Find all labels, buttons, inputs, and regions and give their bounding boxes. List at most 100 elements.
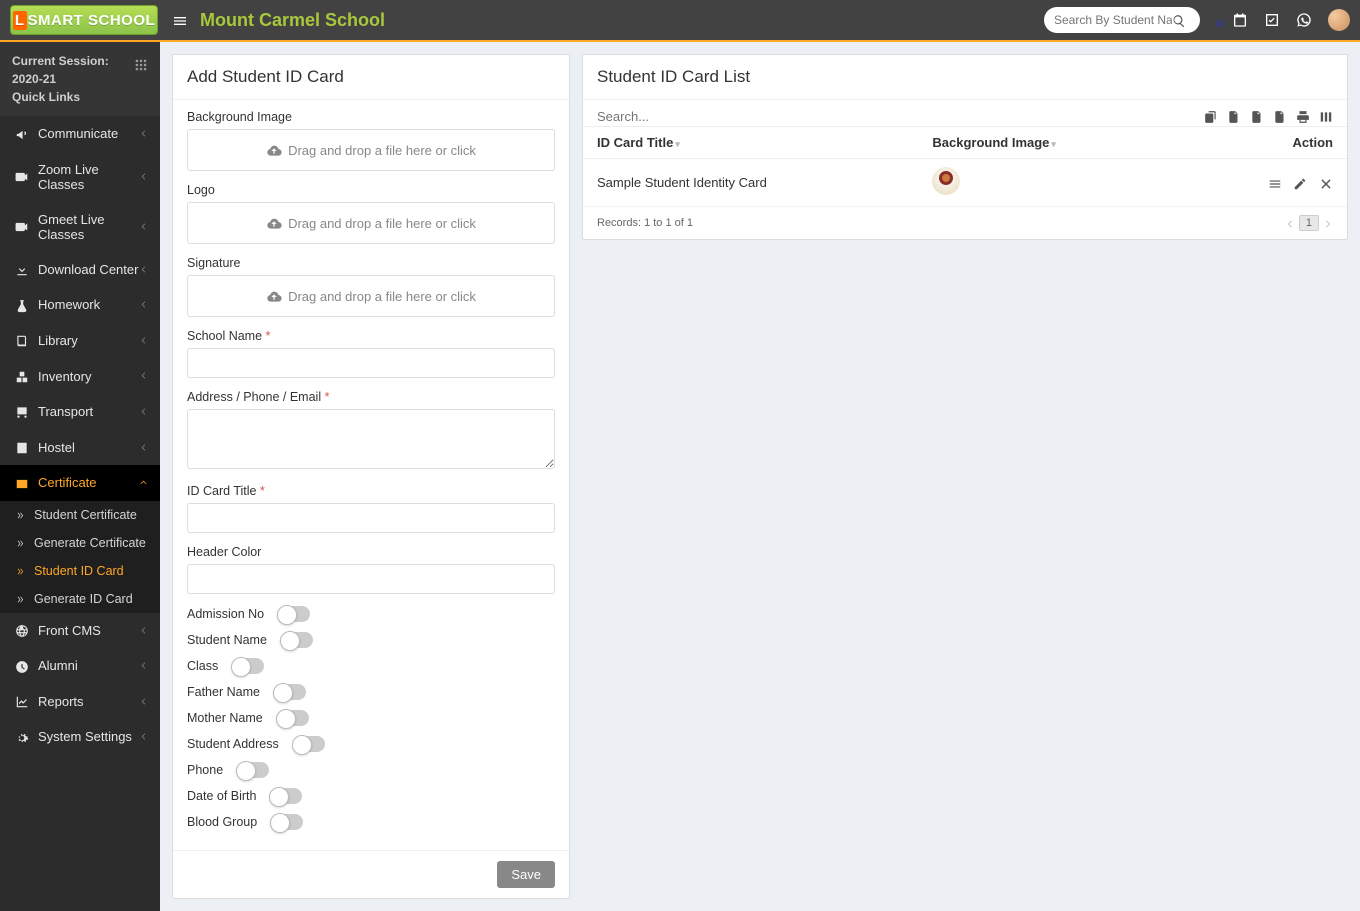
cloud-upload-icon [266, 287, 282, 304]
boxes-icon [12, 368, 32, 384]
logo[interactable]: LSMART SCHOOL [10, 5, 158, 35]
toggle-switch[interactable] [274, 684, 306, 700]
signature-dropzone[interactable]: Drag and drop a file here or click [187, 275, 555, 317]
col-bg[interactable]: Background Image▾ [918, 127, 1175, 159]
nav-item-inventory[interactable]: Inventory [0, 358, 160, 394]
list-search-input[interactable] [597, 109, 1204, 124]
nav-item-hostel[interactable]: Hostel [0, 429, 160, 465]
toggle-switch[interactable] [277, 710, 309, 726]
toggle-label: Mother Name [187, 711, 263, 725]
cloud-upload-icon [266, 214, 282, 231]
toggle-switch[interactable] [232, 658, 264, 674]
row-menu-button[interactable] [1268, 175, 1282, 191]
chevron-icon [139, 406, 148, 417]
nav-item-alumni[interactable]: Alumni [0, 648, 160, 684]
double-chevron-icon [16, 565, 28, 575]
student-search-input[interactable] [1054, 13, 1172, 27]
toggle-label: Student Address [187, 737, 279, 751]
sub-item-generate-certificate[interactable]: Generate Certificate [0, 529, 160, 557]
nav-label: Reports [38, 694, 139, 709]
col-title[interactable]: ID Card Title▾ [583, 127, 918, 159]
nav-label: Homework [38, 297, 139, 312]
row-edit-button[interactable] [1293, 175, 1307, 191]
save-button[interactable]: Save [497, 861, 555, 888]
sub-label: Generate Certificate [34, 536, 146, 550]
logo-dropzone[interactable]: Drag and drop a file here or click [187, 202, 555, 244]
school-name-input[interactable] [187, 348, 555, 378]
tasks-button[interactable] [1264, 11, 1280, 29]
nav-item-system-settings[interactable]: System Settings [0, 719, 160, 755]
bg-thumb-icon [932, 167, 960, 195]
toggle-switch[interactable] [278, 606, 310, 622]
nav-label: Certificate [38, 475, 139, 490]
pager-prev[interactable] [1285, 216, 1295, 230]
search-icon[interactable] [1172, 12, 1186, 28]
nav-item-front-cms[interactable]: Front CMS [0, 613, 160, 649]
nav-item-certificate[interactable]: Certificate [0, 465, 160, 501]
toggle-label: Phone [187, 763, 223, 777]
columns-button[interactable] [1319, 108, 1333, 124]
nav-label: Alumni [38, 658, 139, 673]
globe-icon [12, 623, 32, 639]
sub-item-student-id-card[interactable]: Student ID Card [0, 557, 160, 585]
nav-item-reports[interactable]: Reports [0, 684, 160, 720]
col-action: Action [1175, 127, 1347, 159]
toggle-row-class: Class [187, 658, 555, 674]
nav-label: Front CMS [38, 623, 139, 638]
pager-current[interactable]: 1 [1299, 215, 1319, 231]
bg-image-label: Background Image [187, 110, 555, 124]
excel-button[interactable] [1227, 108, 1241, 124]
pdf-button[interactable] [1273, 108, 1287, 124]
copy-icon [1204, 110, 1218, 124]
nav-label: Inventory [38, 369, 139, 384]
toggle-switch[interactable] [237, 762, 269, 778]
chevron-icon [139, 696, 148, 707]
toggle-row-phone: Phone [187, 762, 555, 778]
header-color-input[interactable] [187, 564, 555, 594]
chevron-icon [139, 371, 148, 382]
id-title-input[interactable] [187, 503, 555, 533]
address-label: Address / Phone / Email * [187, 390, 555, 404]
toggle-switch[interactable] [281, 632, 313, 648]
whatsapp-button[interactable] [1296, 11, 1312, 29]
sub-item-generate-id-card[interactable]: Generate ID Card [0, 585, 160, 613]
toggle-label: Date of Birth [187, 789, 256, 803]
chevron-icon [139, 171, 148, 182]
clock-icon [12, 658, 32, 674]
nav-item-gmeet-live-classes[interactable]: Gmeet Live Classes [0, 202, 160, 252]
session-info[interactable]: Current Session: 2020-21 Quick Links [0, 42, 160, 116]
user-avatar[interactable] [1328, 9, 1350, 31]
toggle-switch[interactable] [293, 736, 325, 752]
nav-item-library[interactable]: Library [0, 323, 160, 359]
download-icon [12, 262, 32, 278]
whatsapp-icon [1296, 12, 1312, 28]
row-delete-button[interactable] [1319, 175, 1333, 191]
pencil-icon [1293, 177, 1307, 191]
sidebar: Current Session: 2020-21 Quick Links Com… [0, 42, 160, 911]
sub-item-student-certificate[interactable]: Student Certificate [0, 501, 160, 529]
bg-image-dropzone[interactable]: Drag and drop a file here or click [187, 129, 555, 171]
copy-button[interactable] [1204, 108, 1218, 124]
student-search[interactable] [1044, 7, 1200, 33]
calendar-button[interactable] [1232, 11, 1248, 29]
toggle-switch[interactable] [271, 814, 303, 830]
chevron-icon [139, 128, 148, 139]
nav-label: Download Center [38, 262, 139, 277]
sidebar-toggle[interactable] [172, 10, 188, 30]
address-input[interactable] [187, 409, 555, 469]
pager-next[interactable] [1323, 216, 1333, 230]
print-button[interactable] [1296, 108, 1310, 124]
video-icon [12, 219, 32, 235]
csv-button[interactable] [1250, 108, 1264, 124]
chevron-icon [139, 660, 148, 671]
nav-item-download-center[interactable]: Download Center [0, 252, 160, 288]
toggle-switch[interactable] [270, 788, 302, 804]
panel-title: Add Student ID Card [173, 55, 569, 100]
nav-item-zoom-live-classes[interactable]: Zoom Live Classes [0, 152, 160, 202]
nav-item-transport[interactable]: Transport [0, 394, 160, 430]
nav-item-communicate[interactable]: Communicate [0, 116, 160, 152]
chevron-icon [139, 731, 148, 742]
grid-icon[interactable] [134, 54, 148, 75]
id-card-table: ID Card Title▾ Background Image▾ Action … [583, 126, 1347, 207]
nav-item-homework[interactable]: Homework [0, 287, 160, 323]
